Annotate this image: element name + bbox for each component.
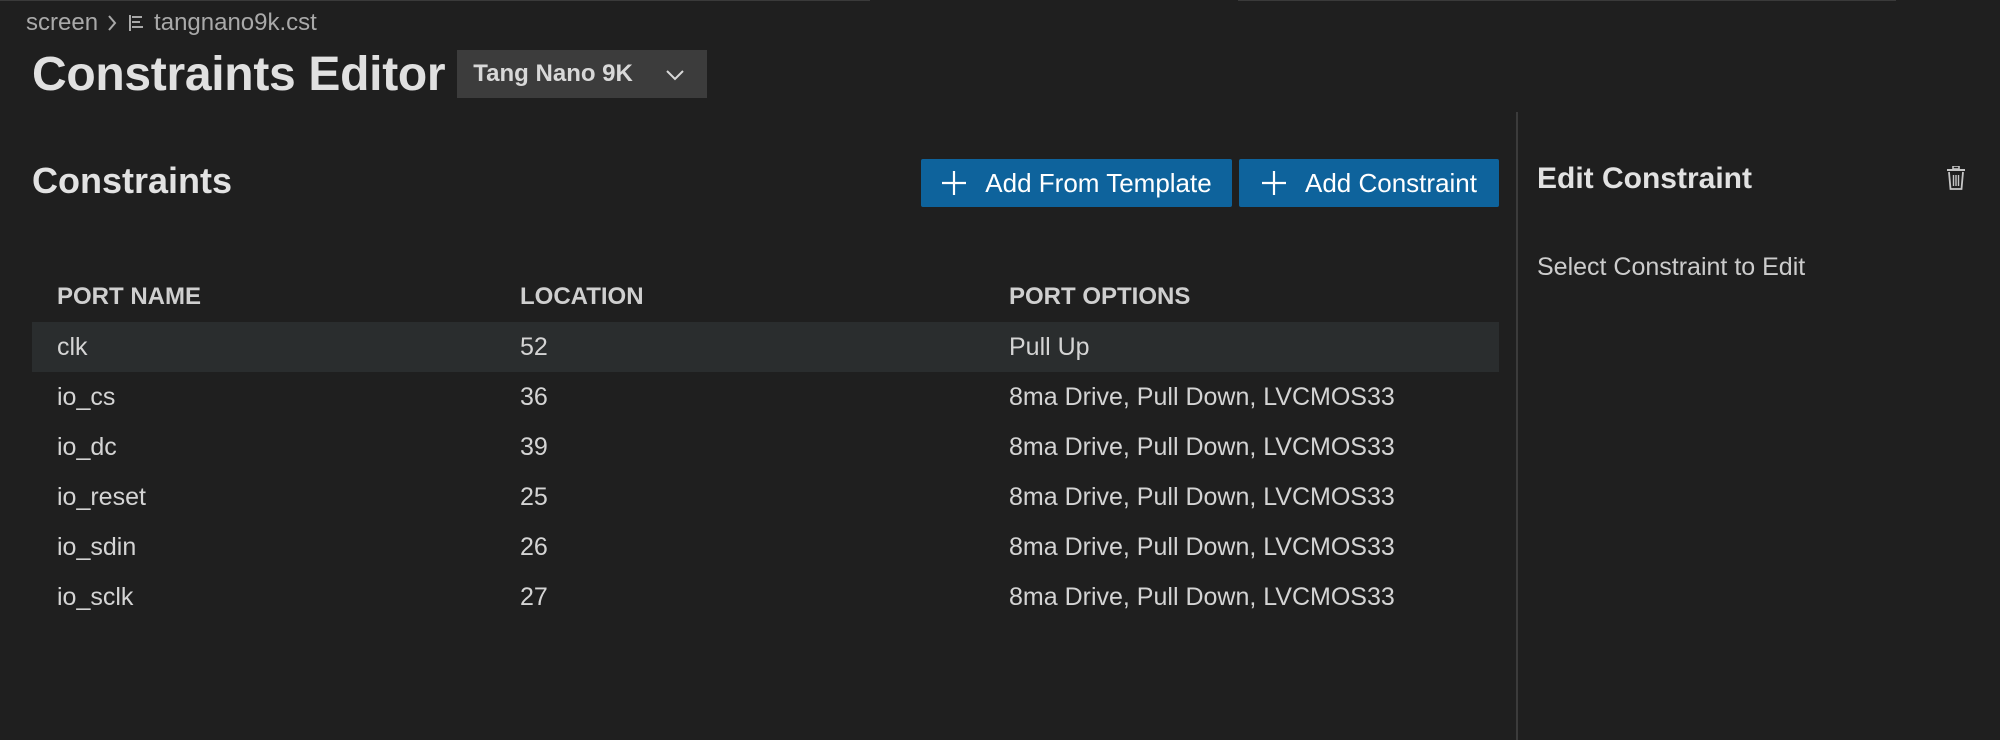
table-row[interactable]: io_sdin 26 8ma Drive, Pull Down, LVCMOS3… xyxy=(32,522,1499,572)
breadcrumb: screen tangnano9k.cst xyxy=(26,8,317,38)
add-from-template-button[interactable]: Add From Template xyxy=(921,159,1232,207)
column-header-port-name: PORT NAME xyxy=(57,283,201,310)
cell-location: 39 xyxy=(520,432,548,461)
cell-location: 25 xyxy=(520,482,548,511)
board-select[interactable]: Tang Nano 9K xyxy=(457,50,708,98)
constraints-section-title: Constraints xyxy=(32,160,233,201)
plus-icon xyxy=(1261,170,1287,196)
edit-panel-title: Edit Constraint xyxy=(1537,162,1752,195)
column-header-location: LOCATION xyxy=(520,283,644,310)
column-header-port-options: PORT OPTIONS xyxy=(1009,283,1191,310)
cell-port-options: 8ma Drive, Pull Down, LVCMOS33 xyxy=(1009,382,1395,411)
table-row[interactable]: io_reset 25 8ma Drive, Pull Down, LVCMOS… xyxy=(32,472,1499,522)
constraints-table: PORT NAME LOCATION PORT OPTIONS clk 52 P… xyxy=(32,272,1499,622)
edit-panel-empty-message: Select Constraint to Edit xyxy=(1537,253,1806,281)
cell-location: 26 xyxy=(520,532,548,561)
table-row[interactable]: io_dc 39 8ma Drive, Pull Down, LVCMOS33 xyxy=(32,422,1499,472)
top-border-segment xyxy=(1238,0,1896,1)
panel-divider[interactable] xyxy=(1516,112,1518,740)
breadcrumb-file[interactable]: tangnano9k.cst xyxy=(154,9,317,37)
table-header: PORT NAME LOCATION PORT OPTIONS xyxy=(32,272,1499,322)
cell-port-name: io_dc xyxy=(57,432,117,461)
cell-port-name: io_cs xyxy=(57,382,116,411)
file-lines-icon xyxy=(128,14,144,32)
cell-port-options: 8ma Drive, Pull Down, LVCMOS33 xyxy=(1009,482,1395,511)
cell-port-name: io_sdin xyxy=(57,532,137,561)
board-select-value: Tang Nano 9K xyxy=(473,60,633,87)
chevron-down-icon xyxy=(665,60,685,88)
top-border-segment xyxy=(0,0,870,1)
cell-port-name: io_reset xyxy=(57,482,146,511)
table-row[interactable]: clk 52 Pull Up xyxy=(32,322,1499,372)
trash-icon[interactable] xyxy=(1946,165,1966,195)
add-from-template-label: Add From Template xyxy=(985,167,1212,198)
cell-location: 52 xyxy=(520,332,548,361)
editor-header: Constraints Editor Tang Nano 9K xyxy=(32,47,708,101)
plus-icon xyxy=(941,170,967,196)
cell-port-options: 8ma Drive, Pull Down, LVCMOS33 xyxy=(1009,532,1395,561)
cell-location: 36 xyxy=(520,382,548,411)
breadcrumb-folder[interactable]: screen xyxy=(26,9,98,37)
add-constraint-button[interactable]: Add Constraint xyxy=(1239,159,1499,207)
cell-port-name: io_sclk xyxy=(57,582,134,611)
cell-location: 27 xyxy=(520,582,548,611)
cell-port-name: clk xyxy=(57,332,88,361)
add-constraint-label: Add Constraint xyxy=(1305,167,1477,198)
cell-port-options: Pull Up xyxy=(1009,332,1090,361)
cell-port-options: 8ma Drive, Pull Down, LVCMOS33 xyxy=(1009,432,1395,461)
chevron-right-icon xyxy=(106,14,118,32)
table-row[interactable]: io_sclk 27 8ma Drive, Pull Down, LVCMOS3… xyxy=(32,572,1499,622)
cell-port-options: 8ma Drive, Pull Down, LVCMOS33 xyxy=(1009,582,1395,611)
page-title: Constraints Editor xyxy=(32,47,446,101)
table-row[interactable]: io_cs 36 8ma Drive, Pull Down, LVCMOS33 xyxy=(32,372,1499,422)
